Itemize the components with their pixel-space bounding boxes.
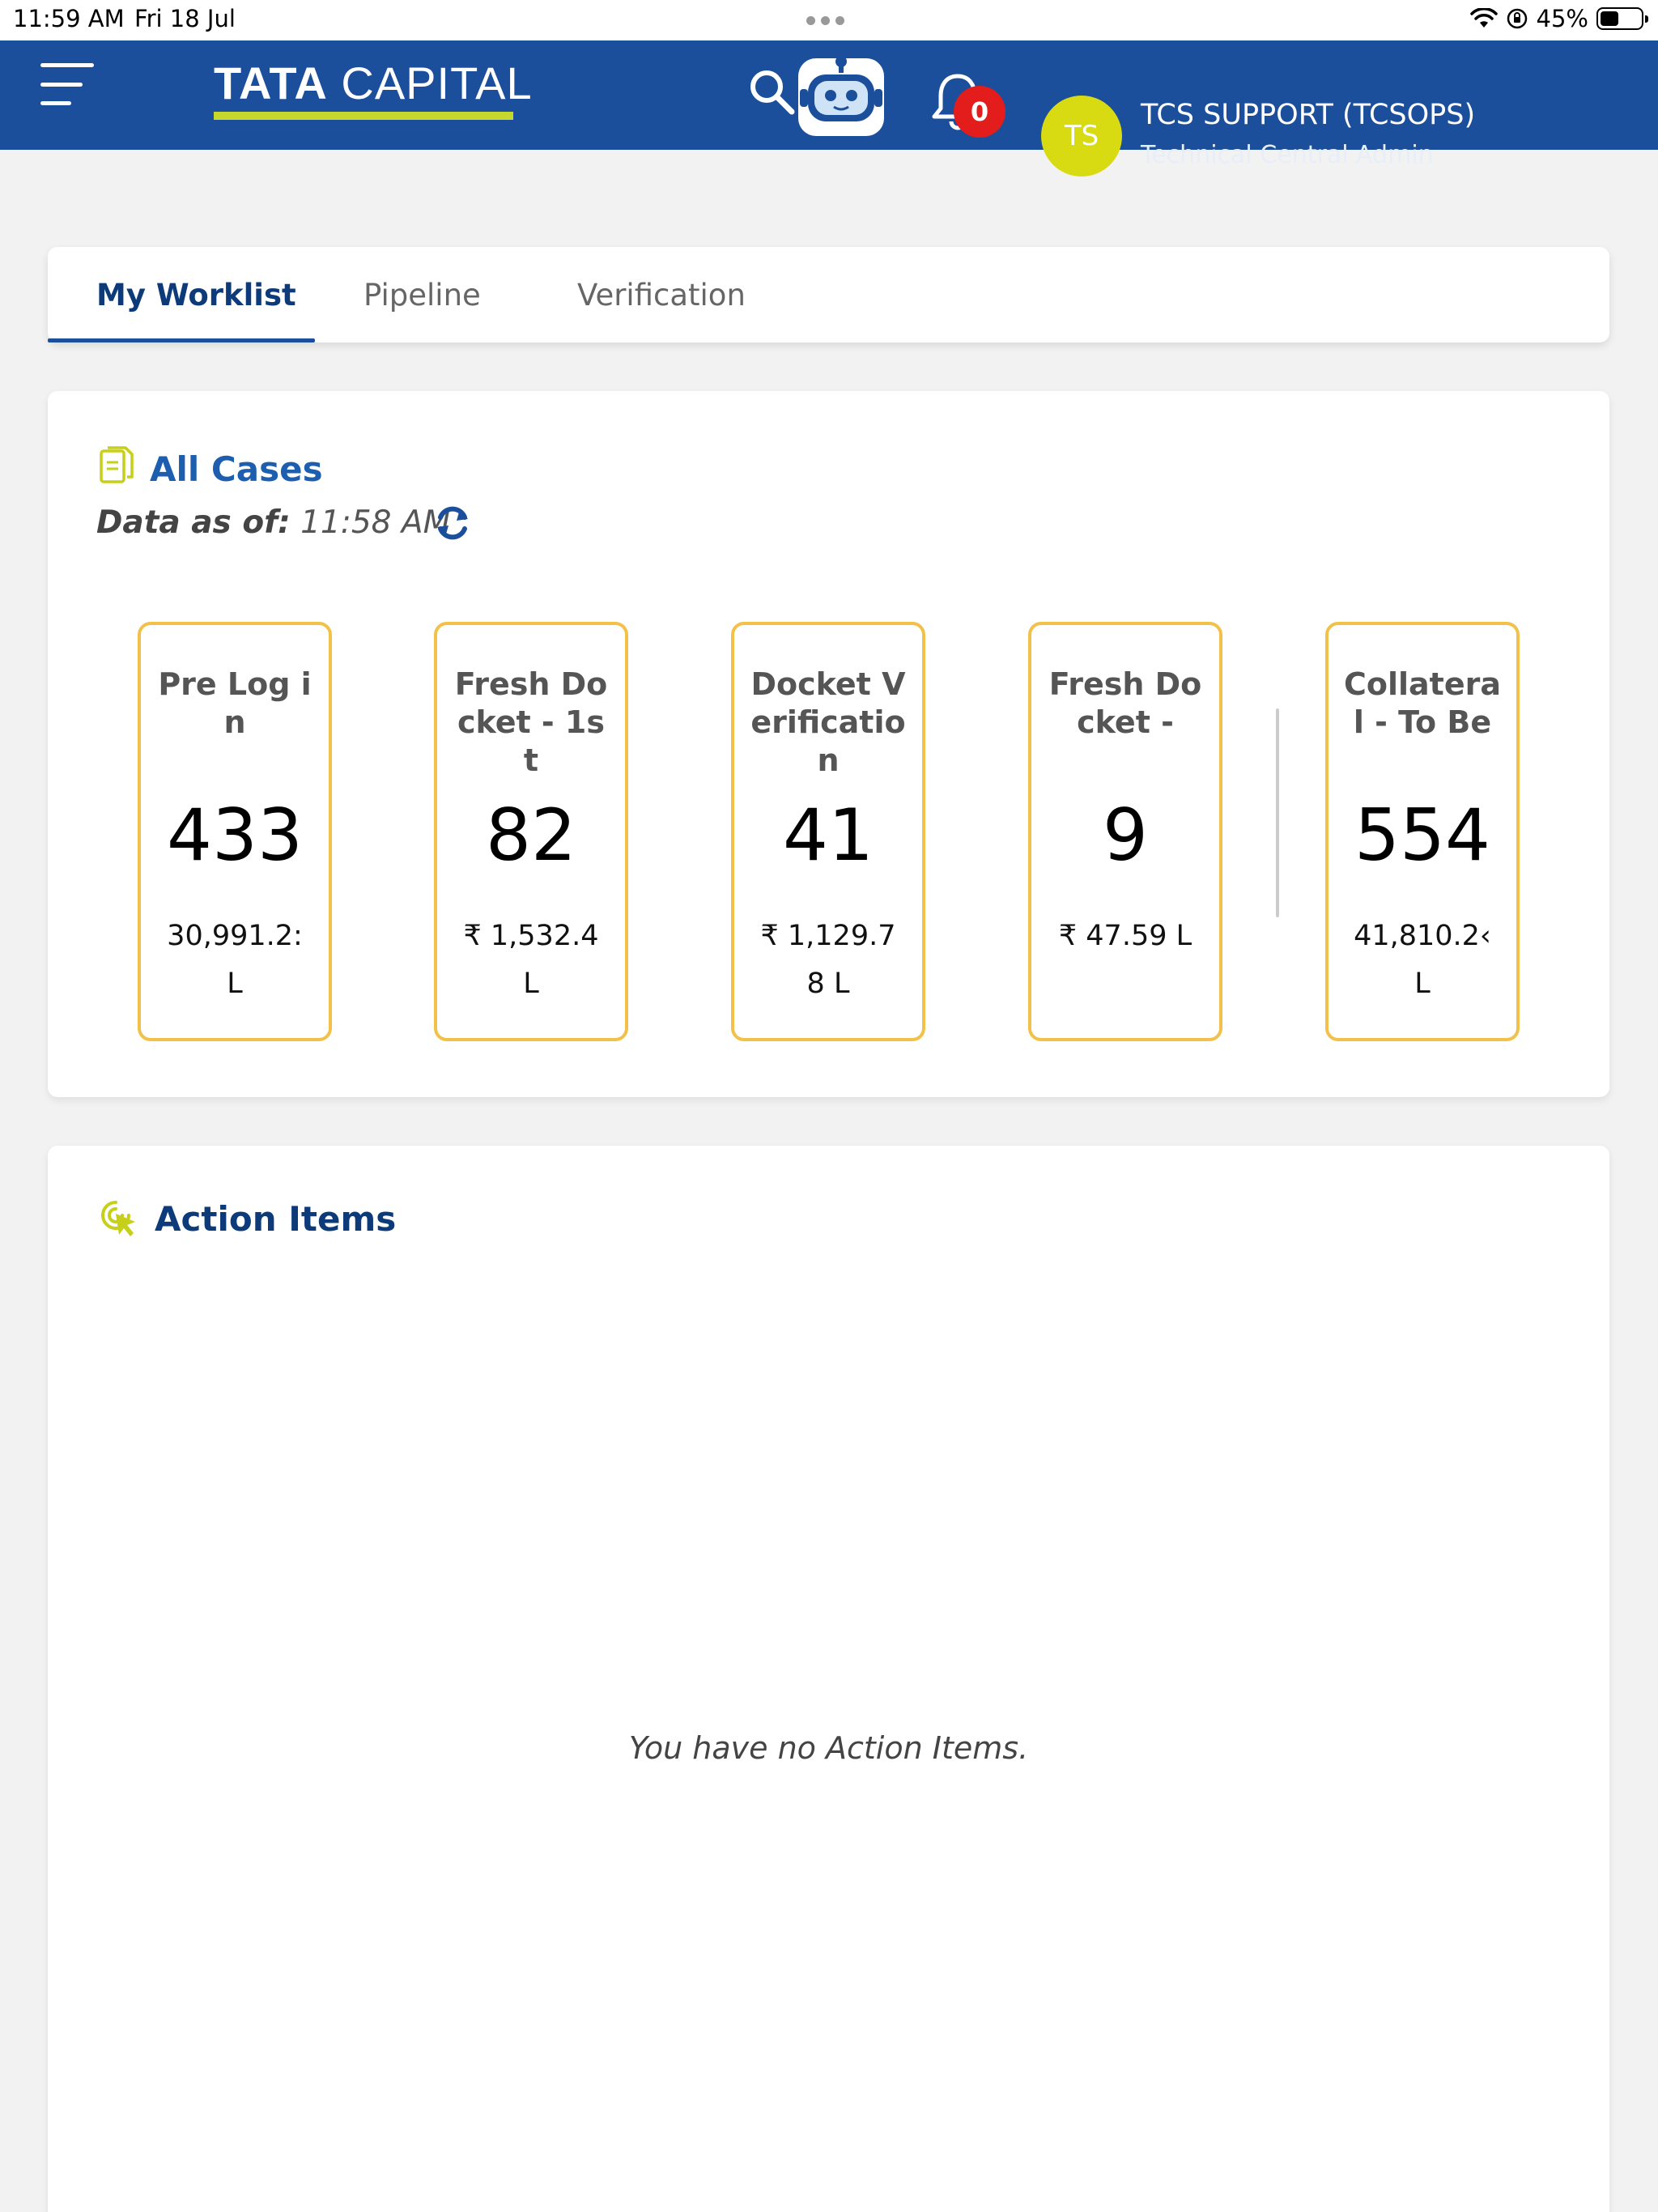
empty-state-message: You have no Action Items. <box>628 1730 1029 1766</box>
chatbot-icon[interactable] <box>795 50 887 139</box>
case-card-docket-verification[interactable]: Docket Verification 41 ₹ 1,129.78 L <box>731 622 925 1041</box>
case-card-amount: 41,810.2‹ L <box>1354 920 1491 1000</box>
status-bar: 11:59 AM Fri 18 Jul 45% <box>0 0 1658 40</box>
hamburger-menu-icon[interactable] <box>40 63 96 105</box>
case-card-label: Docket Verification <box>750 666 906 778</box>
case-card-amount: ₹ 1,532.4 L <box>463 920 599 1000</box>
data-as-of: Data as of: 11:58 AM <box>96 504 450 541</box>
case-card-amount: ₹ 47.59 L <box>1058 920 1192 952</box>
app-header: TATA CAPITAL 0 TS TCS SUPPORT (TCSOPS) T… <box>0 40 1658 177</box>
brand-logo: TATA CAPITAL <box>214 60 533 120</box>
case-card-amount: 30,991.2: L <box>167 920 303 1000</box>
case-card-collateral-to-be[interactable]: Collateral - To Be 554 41,810.2‹ L <box>1325 622 1520 1041</box>
case-card-label: Pre Log in <box>158 666 312 740</box>
user-name[interactable]: TCS SUPPORT (TCSOPS) <box>1141 99 1475 131</box>
orientation-lock-icon <box>1507 8 1527 29</box>
brand-word-tata: TATA <box>214 57 328 108</box>
case-card-fresh-docket-1st[interactable]: Fresh Docket - 1st 82 ₹ 1,532.4 L <box>434 622 628 1041</box>
notification-badge[interactable]: 0 <box>954 86 1005 138</box>
case-card-label: Fresh Docket - 1st <box>454 666 608 778</box>
data-as-of-time: 11:58 AM <box>290 504 451 541</box>
tab-my-worklist[interactable]: My Worklist <box>96 247 296 342</box>
scroll-divider <box>1276 708 1279 917</box>
user-role: Technical Central Admin <box>1141 141 1434 169</box>
case-card-label: Collateral - To Be <box>1343 666 1501 740</box>
tab-bar: My Worklist Pipeline Verification <box>48 247 1609 342</box>
document-icon <box>100 446 134 483</box>
avatar[interactable]: TS <box>1041 96 1122 177</box>
tab-verification[interactable]: Verification <box>577 247 746 342</box>
case-card-count: 9 <box>1103 793 1148 877</box>
action-items-title: Action Items <box>155 1199 397 1239</box>
cursor-click-icon <box>101 1201 135 1236</box>
case-card-pre-log-in[interactable]: Pre Log in 433 30,991.2: L <box>138 622 332 1041</box>
wifi-icon <box>1469 8 1498 28</box>
multitasking-dots-icon[interactable] <box>806 16 844 25</box>
case-card-count: 82 <box>486 793 576 877</box>
all-cases-panel: All Cases Data as of: 11:58 AM Pre Log i… <box>48 391 1609 1097</box>
status-indicators: 45% <box>1469 5 1648 32</box>
status-time: 11:59 AM <box>13 5 125 32</box>
all-cases-title: All Cases <box>150 449 323 489</box>
brand-underline <box>214 112 513 120</box>
case-card-label: Fresh Docket - <box>1048 666 1202 740</box>
battery-icon <box>1596 7 1648 30</box>
case-card-count: 433 <box>167 793 303 877</box>
active-tab-indicator <box>48 338 315 342</box>
status-date: Fri 18 Jul <box>134 5 236 32</box>
tab-pipeline[interactable]: Pipeline <box>363 247 481 342</box>
refresh-icon[interactable] <box>432 503 473 543</box>
search-icon[interactable] <box>745 65 798 118</box>
battery-percent: 45% <box>1536 5 1588 32</box>
case-card-fresh-docket[interactable]: Fresh Docket - 9 ₹ 47.59 L <box>1028 622 1222 1041</box>
data-as-of-label: Data as of: <box>96 504 291 541</box>
case-card-count: 554 <box>1354 793 1490 877</box>
brand-word-capital: CAPITAL <box>327 57 533 108</box>
case-card-amount: ₹ 1,129.78 L <box>760 920 896 1000</box>
action-items-panel: Action Items You have no Action Items. <box>48 1146 1609 2212</box>
case-card-count: 41 <box>783 793 874 877</box>
